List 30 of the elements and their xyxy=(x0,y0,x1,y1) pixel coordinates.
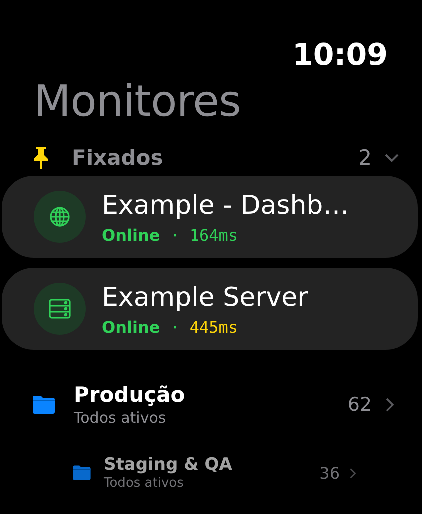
separator-dot: · xyxy=(170,318,180,336)
folder-count: 36 xyxy=(320,464,340,482)
folder-row[interactable]: Staging & QA Todos ativos 36 xyxy=(0,428,422,492)
monitor-name: Example - Dashb… xyxy=(102,190,350,222)
folder-name: Staging & QA xyxy=(104,454,234,476)
monitor-name: Example Server xyxy=(102,282,308,314)
monitor-card[interactable]: Example - Dashb… Online · 164ms xyxy=(2,176,418,258)
separator-dot: · xyxy=(170,226,180,244)
server-icon xyxy=(48,298,72,320)
folder-icon xyxy=(72,465,92,481)
pin-icon xyxy=(32,146,50,170)
pinned-count: 2 xyxy=(358,146,372,170)
status-text: Online xyxy=(102,318,160,336)
folder-count: 62 xyxy=(348,394,372,416)
page-title: Monitores xyxy=(33,76,242,128)
status-text: Online xyxy=(102,226,160,244)
chevron-icon xyxy=(386,398,394,412)
chevron-icon xyxy=(350,468,356,478)
latency-text: 445ms xyxy=(190,318,238,336)
folder-subtitle: Todos ativos xyxy=(104,476,185,492)
folder-row[interactable]: Produção Todos ativos 62 xyxy=(0,360,422,428)
monitor-card[interactable]: Example Server Online · 445ms xyxy=(2,268,418,350)
chevron-icon[interactable] xyxy=(384,153,400,163)
clock-time: 10:09 xyxy=(292,38,388,74)
globe-icon xyxy=(49,206,71,228)
folder-icon xyxy=(32,395,56,415)
folder-subtitle: Todos ativos xyxy=(74,408,168,428)
section-label: Fixados xyxy=(72,146,164,170)
latency-text: 164ms xyxy=(190,226,238,244)
folder-name: Produção xyxy=(74,382,186,408)
